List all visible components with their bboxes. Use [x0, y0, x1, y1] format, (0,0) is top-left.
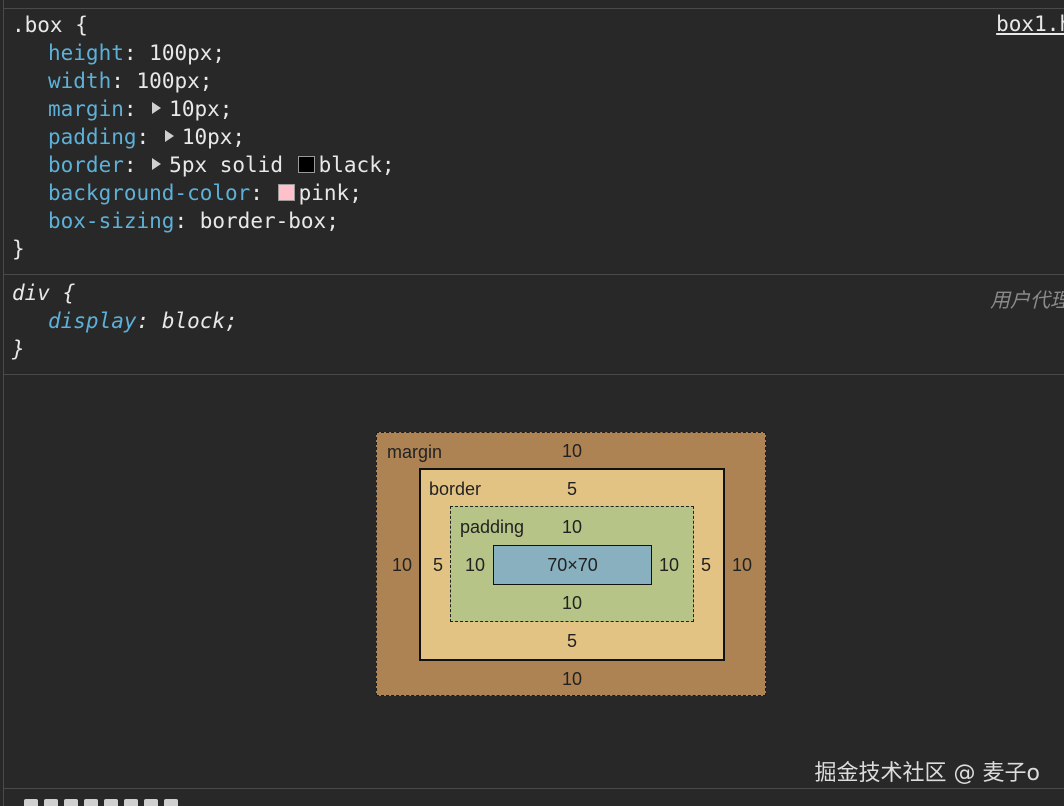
expand-triangle-icon[interactable] — [152, 158, 162, 170]
expand-triangle-icon[interactable] — [152, 102, 162, 114]
border-right-value[interactable]: 5 — [701, 555, 711, 575]
content-size[interactable]: 70×70 — [547, 555, 598, 576]
margin-right-value[interactable]: 10 — [732, 555, 752, 575]
box-model-content[interactable]: 70×70 — [493, 545, 652, 585]
padding-label: padding — [460, 517, 525, 537]
declaration-display: display: block; — [48, 309, 238, 333]
declaration-border[interactable]: border: 5px solid black; — [12, 151, 1064, 179]
stylesheet-source-link[interactable]: box1.h — [996, 12, 1064, 36]
declaration-background-color[interactable]: background-color: pink; — [12, 179, 1064, 207]
rule-selector[interactable]: div — [12, 281, 50, 305]
declaration-width[interactable]: width: 100px; — [12, 67, 1064, 95]
cut-off-row — [24, 798, 354, 806]
declaration-height[interactable]: height: 100px; — [12, 39, 1064, 67]
border-left-value[interactable]: 5 — [433, 555, 443, 575]
declaration-padding[interactable]: padding: 10px; — [12, 123, 1064, 151]
padding-top-value[interactable]: 10 — [562, 517, 582, 537]
padding-left-value[interactable]: 10 — [465, 555, 485, 575]
rule-selector-line: .box { — [12, 13, 88, 37]
expand-triangle-icon[interactable] — [164, 130, 174, 142]
panel-left-border — [3, 0, 4, 806]
color-swatch-black[interactable] — [297, 155, 315, 173]
padding-right-value[interactable]: 10 — [659, 555, 679, 575]
css-rule-div: div { display: block; } — [12, 279, 1064, 363]
user-agent-source-label: 用户代理 — [990, 290, 1064, 312]
rule-close-brace: } — [12, 337, 25, 361]
rule-selector-line: div { — [12, 281, 76, 305]
padding-bottom-value[interactable]: 10 — [562, 593, 582, 613]
border-bottom-value[interactable]: 5 — [567, 631, 577, 651]
margin-bottom-value[interactable]: 10 — [562, 669, 582, 689]
margin-top-value[interactable]: 10 — [562, 441, 582, 461]
border-label: border — [429, 479, 482, 499]
divider-bottom — [3, 788, 1064, 789]
border-top-value[interactable]: 5 — [567, 479, 577, 499]
declaration-margin[interactable]: margin: 10px; — [12, 95, 1064, 123]
divider-top — [3, 8, 1064, 9]
declaration-box-sizing[interactable]: box-sizing: border-box; — [12, 207, 1064, 235]
divider-boxmodel — [3, 374, 1064, 375]
watermark: 掘金技术社区 @ 麦子o — [814, 761, 1040, 786]
rule-selector[interactable]: .box — [12, 13, 63, 37]
divider-rule — [3, 274, 1064, 275]
rule-close-brace: } — [12, 237, 25, 261]
margin-label: margin — [387, 442, 443, 462]
color-swatch-pink[interactable] — [277, 183, 295, 201]
css-rule-box: .box { height: 100px; width: 100px; marg… — [12, 11, 1064, 263]
margin-left-value[interactable]: 10 — [392, 555, 412, 575]
